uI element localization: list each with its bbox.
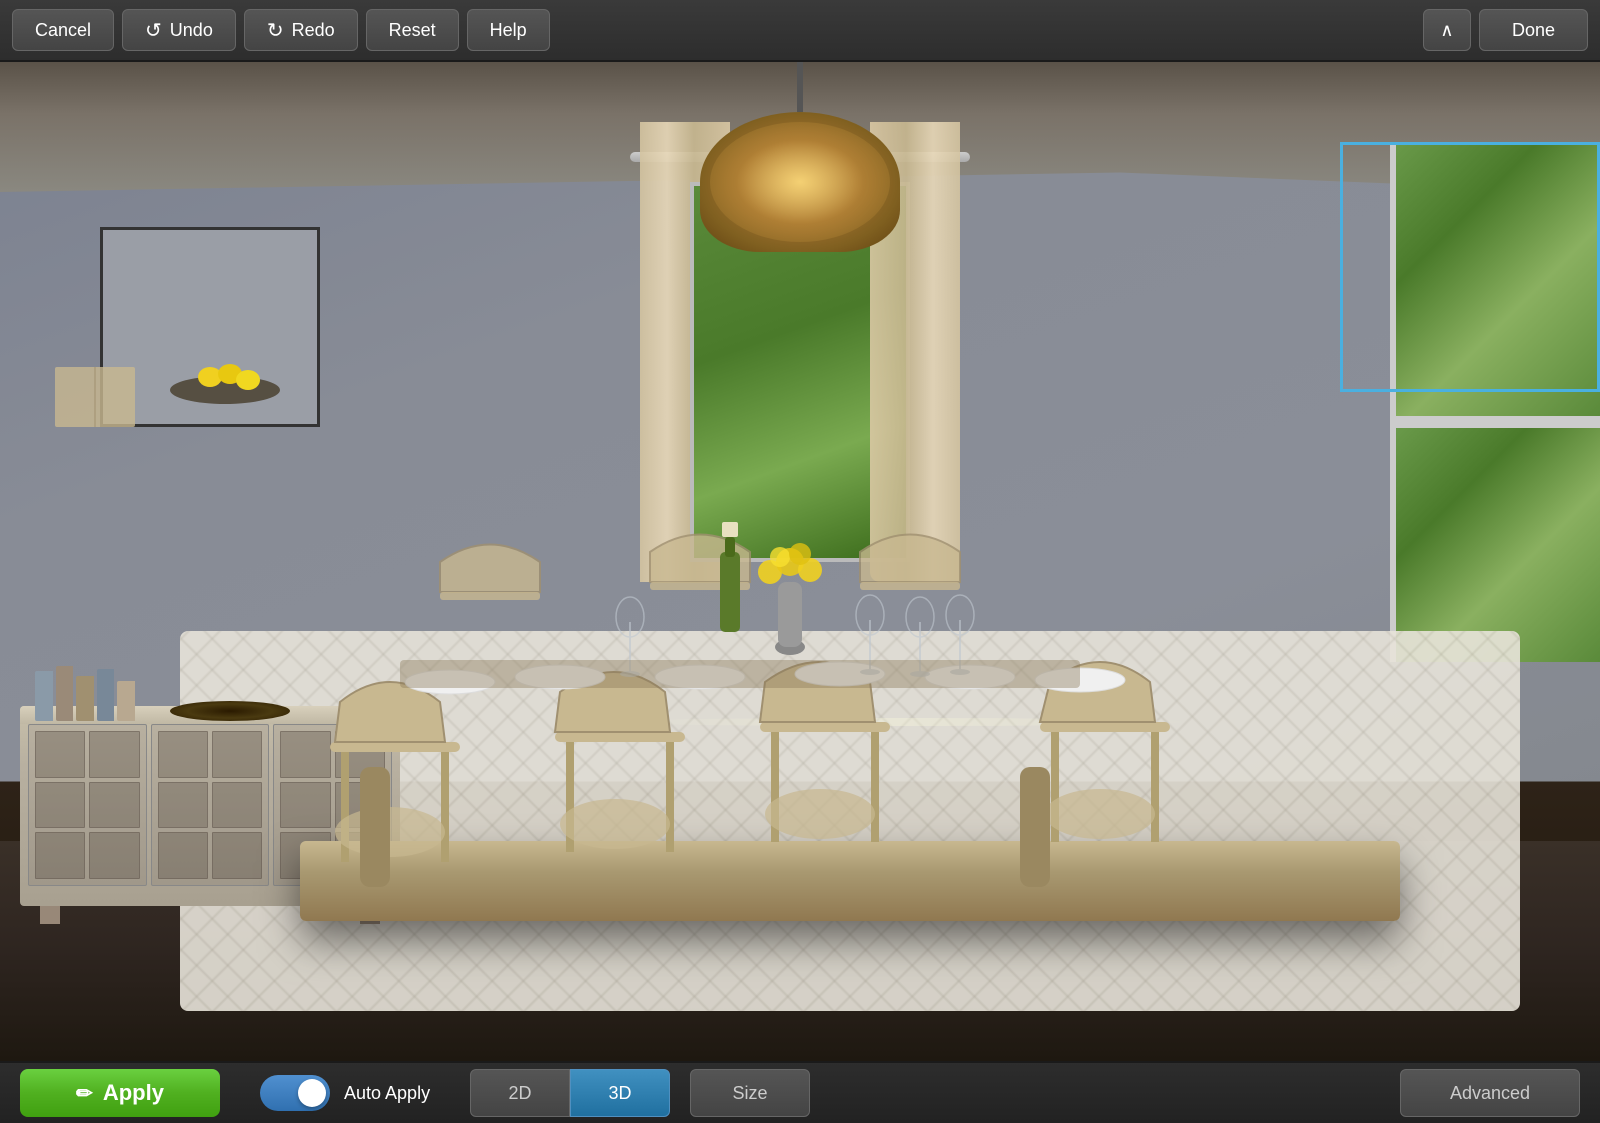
- book: [76, 676, 94, 721]
- table-glare: [605, 718, 1195, 726]
- door-pane: [89, 731, 139, 778]
- collapse-button[interactable]: ∧: [1423, 9, 1471, 51]
- door-pane: [35, 782, 85, 829]
- door-pane: [158, 731, 208, 778]
- reset-button[interactable]: Reset: [366, 9, 459, 51]
- apply-button[interactable]: ✏ Apply: [20, 1069, 220, 1117]
- chandelier-body: [700, 112, 900, 252]
- sideboard-door-left: [28, 724, 147, 886]
- undo-icon: ↺: [145, 18, 162, 43]
- book: [97, 669, 115, 721]
- door-pane: [335, 782, 385, 829]
- fruit-bowl: [170, 701, 290, 721]
- sideboard-door-center: [151, 724, 270, 886]
- door-pane: [158, 832, 208, 879]
- door-pane: [335, 731, 385, 778]
- picture-frame: [100, 227, 320, 427]
- redo-button[interactable]: ↻ Redo: [244, 9, 358, 51]
- book: [56, 666, 74, 721]
- redo-icon: ↻: [267, 18, 284, 43]
- done-button[interactable]: Done: [1479, 9, 1588, 51]
- redo-label: Redo: [292, 20, 335, 41]
- door-pane: [212, 832, 262, 879]
- door-pane: [212, 782, 262, 829]
- auto-apply-group: Auto Apply: [260, 1075, 430, 1111]
- sideboard-leg: [40, 906, 60, 924]
- scene-viewport[interactable]: [0, 62, 1600, 1061]
- door-pane: [212, 731, 262, 778]
- window-lower-right: [1390, 422, 1600, 662]
- auto-apply-label: Auto Apply: [344, 1083, 430, 1104]
- advanced-button[interactable]: Advanced: [1400, 1069, 1580, 1117]
- chevron-up-icon: ∧: [1440, 20, 1453, 41]
- view-2d-label: 2D: [509, 1083, 532, 1104]
- chandelier: [700, 62, 900, 252]
- door-pane: [280, 782, 330, 829]
- chandelier-chain: [797, 62, 803, 112]
- apply-icon: ✏: [76, 1081, 93, 1106]
- reset-label: Reset: [389, 20, 436, 41]
- door-pane: [280, 731, 330, 778]
- door-pane: [35, 832, 85, 879]
- dining-table: [300, 841, 1400, 921]
- door-pane: [35, 731, 85, 778]
- toggle-knob: [298, 1079, 326, 1107]
- view-2d-button[interactable]: 2D: [470, 1069, 570, 1117]
- bottom-toolbar: ✏ Apply Auto Apply 2D 3D Size Advanced: [0, 1061, 1600, 1123]
- selection-box: [1340, 142, 1600, 392]
- view-3d-button[interactable]: 3D: [570, 1069, 670, 1117]
- size-label: Size: [733, 1083, 768, 1103]
- advanced-label: Advanced: [1450, 1083, 1530, 1104]
- cancel-label: Cancel: [35, 20, 91, 41]
- apply-label: Apply: [103, 1080, 164, 1106]
- chandelier-glow: [710, 122, 890, 242]
- door-pane: [89, 782, 139, 829]
- undo-label: Undo: [170, 20, 213, 41]
- view-3d-label: 3D: [609, 1083, 632, 1104]
- books-decor: [35, 661, 135, 721]
- help-button[interactable]: Help: [467, 9, 550, 51]
- size-button[interactable]: Size: [690, 1069, 810, 1117]
- undo-button[interactable]: ↺ Undo: [122, 9, 236, 51]
- view-toggle-group: 2D 3D: [470, 1069, 670, 1117]
- top-toolbar: Cancel ↺ Undo ↻ Redo Reset Help ∧ Done: [0, 0, 1600, 62]
- door-pane: [89, 832, 139, 879]
- book: [117, 681, 135, 721]
- help-label: Help: [490, 20, 527, 41]
- done-label: Done: [1512, 20, 1555, 41]
- auto-apply-toggle[interactable]: [260, 1075, 330, 1111]
- book: [35, 671, 53, 721]
- door-pane: [158, 782, 208, 829]
- cancel-button[interactable]: Cancel: [12, 9, 114, 51]
